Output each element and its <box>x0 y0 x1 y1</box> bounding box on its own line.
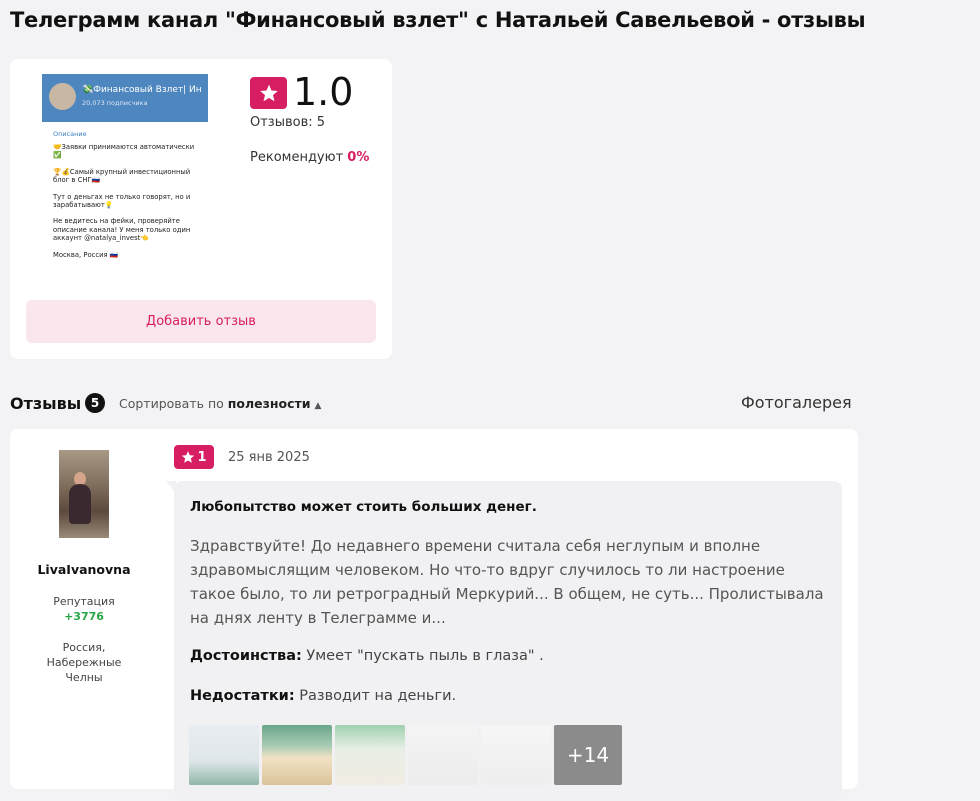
review-location: Россия, Набережные Челны <box>46 641 122 684</box>
photo-gallery-link[interactable]: Фотогалерея <box>741 393 852 412</box>
user-avatar[interactable] <box>59 450 109 538</box>
review-body: Любопытство может стоить больших денег. … <box>174 481 842 801</box>
rating-value: 1.0 <box>293 70 354 114</box>
description-line: Москва, Россия 🇷🇺 <box>53 250 119 259</box>
channel-avatar <box>49 83 76 110</box>
description-line: Не ведитесь на фейки, проверяйте описани… <box>53 217 191 243</box>
pros-label: Достоинства: <box>190 648 302 664</box>
review-photo[interactable] <box>189 725 259 785</box>
add-review-button[interactable]: Добавить отзыв <box>26 300 376 343</box>
recommend-label: Рекомендуют <box>250 150 344 165</box>
description-line: 🏆💰Самый крупный инвестиционный блог в СН… <box>53 167 191 185</box>
cons-value: Разводит на деньги. <box>299 688 457 704</box>
reviews-heading: Отзывы <box>10 394 82 413</box>
review-photos: +14 <box>189 725 622 785</box>
sort-arrows-icon[interactable]: ▲ <box>315 401 322 411</box>
star-icon <box>250 77 287 109</box>
thumbnail-header: 💸Финансовый Взлет| Ин 20,073 подписчика <box>42 74 208 122</box>
pros-value: Умеет "пускать пыль в глаза" . <box>306 648 544 664</box>
review-photo[interactable] <box>408 725 478 785</box>
product-thumbnail[interactable]: 💸Финансовый Взлет| Ин 20,073 подписчика … <box>42 74 210 270</box>
review-rating-value: 1 <box>197 449 207 465</box>
review-date: 25 янв 2025 <box>228 450 310 465</box>
review-text[interactable]: Здравствуйте! До недавнего времени счита… <box>190 534 830 630</box>
recommend-stat: Рекомендуют 0% <box>250 150 369 165</box>
sort-value[interactable]: полезности <box>228 396 311 411</box>
sort-control[interactable]: Сортировать по полезности ▲ <box>119 396 321 411</box>
review-author[interactable]: LivaIvanovna <box>10 562 158 577</box>
product-card: 💸Финансовый Взлет| Ин 20,073 подписчика … <box>10 59 392 359</box>
review-photo[interactable] <box>262 725 332 785</box>
review-photo[interactable] <box>481 725 551 785</box>
page-title: Телеграмм канал "Финансовый взлет" с Нат… <box>10 8 866 32</box>
sort-label: Сортировать по <box>119 396 224 411</box>
review-pros: Достоинства: Умеет "пускать пыль в глаза… <box>190 648 544 664</box>
review-cons: Недостатки: Разводит на деньги. <box>190 688 456 704</box>
description-line: Тут о деньгах не только говорят, но и за… <box>53 192 191 210</box>
channel-subscribers: 20,073 подписчика <box>82 99 148 107</box>
review-title[interactable]: Любопытство может стоить больших денег. <box>190 499 537 515</box>
star-icon <box>182 451 195 463</box>
reviews-count[interactable]: Отзывов: 5 <box>250 115 325 130</box>
review-card: LivaIvanovna Репутация +3776 Россия, Наб… <box>10 429 858 801</box>
review-rating-badge: 1 <box>174 445 214 469</box>
more-photos-button[interactable]: +14 <box>554 725 622 785</box>
channel-description: 🤝Заявки принимаются автоматически ✅ 🏆💰Са… <box>53 143 203 259</box>
cons-label: Недостатки: <box>190 688 295 704</box>
recommend-value: 0% <box>347 150 370 165</box>
reputation-value: +3776 <box>64 610 104 623</box>
review-photo[interactable] <box>335 725 405 785</box>
reviews-count-badge: 5 <box>85 393 105 413</box>
description-line: 🤝Заявки принимаются автоматически ✅ <box>53 143 195 160</box>
reputation-label: Репутация <box>53 595 115 608</box>
channel-name: 💸Финансовый Взлет| Ин <box>82 85 202 95</box>
channel-description-label: Описание <box>53 130 87 138</box>
